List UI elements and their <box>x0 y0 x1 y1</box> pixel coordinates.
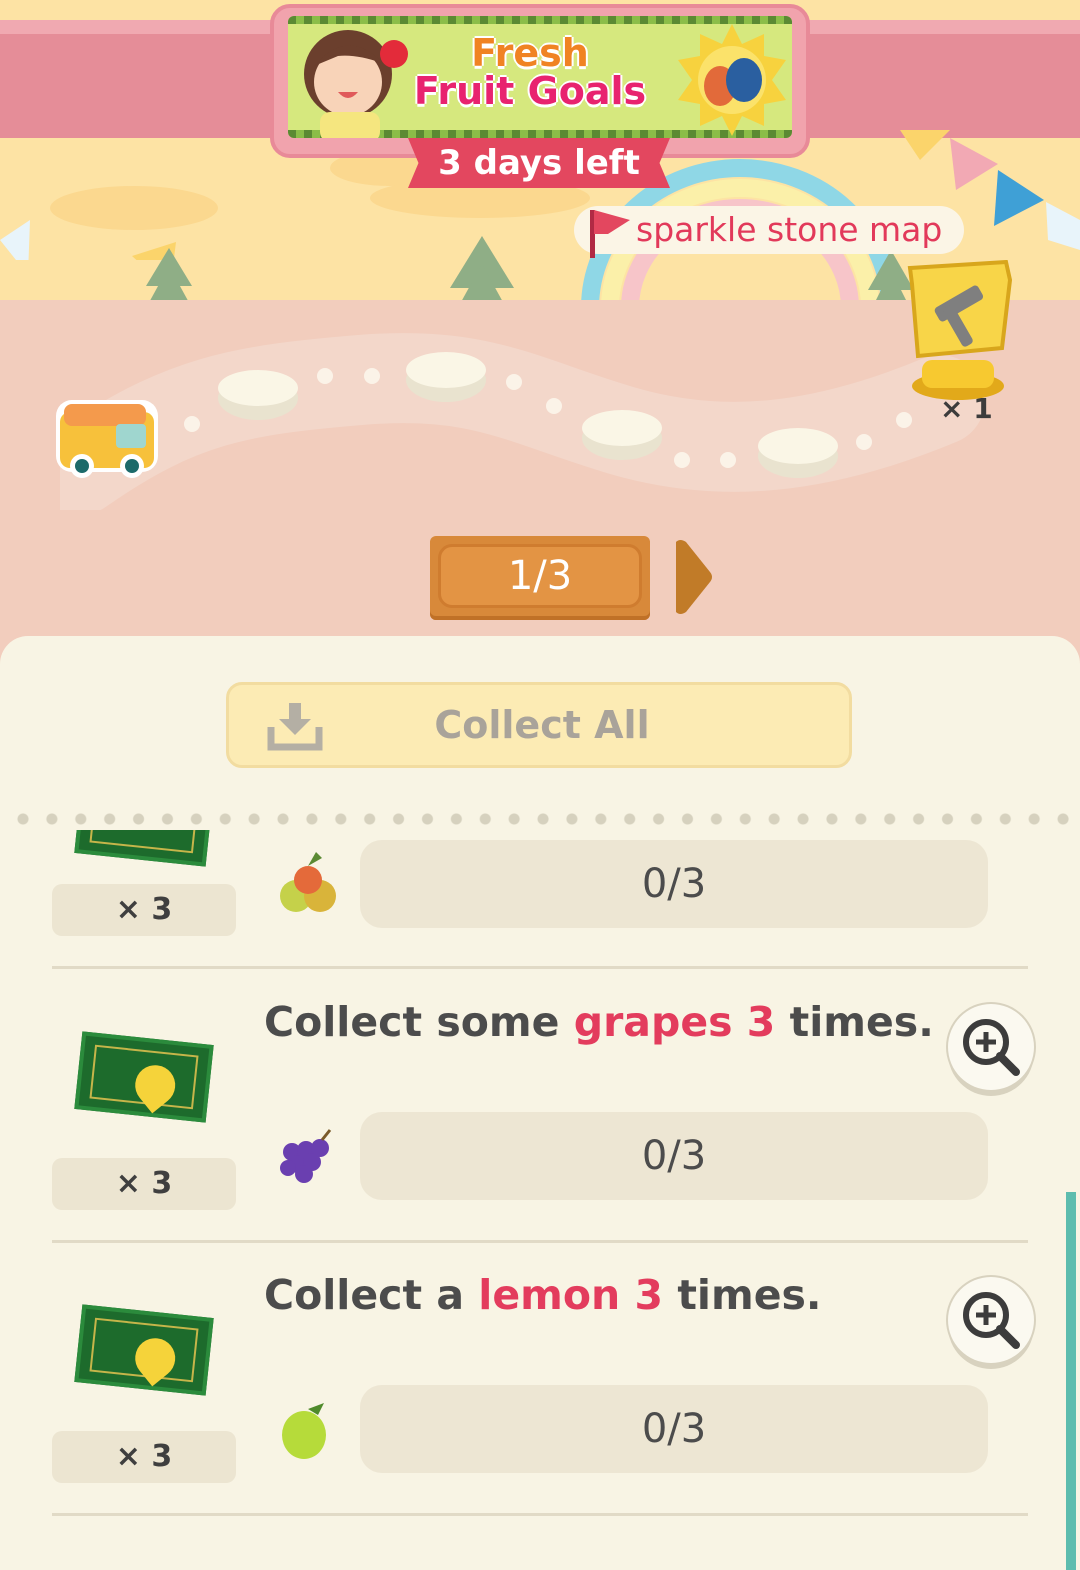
page-indicator-label: 1/3 <box>438 544 642 608</box>
flag-icon <box>590 210 630 258</box>
bunting-left <box>0 220 176 260</box>
trophy-map-icon[interactable] <box>898 260 1020 402</box>
event-title-line2: Fruit Goals <box>413 69 647 113</box>
zoom-in-button[interactable] <box>948 1277 1034 1363</box>
event-title: Fresh Fruit Goals <box>360 34 700 110</box>
row-divider <box>52 1513 1028 1516</box>
event-title-line1: Fresh <box>471 31 589 75</box>
dotted-divider <box>16 812 1076 826</box>
task-description: Collect some grapes 3 times. <box>264 998 934 1046</box>
apple-icon <box>280 852 336 912</box>
lemon-icon <box>282 1403 326 1459</box>
row-divider <box>52 1240 1028 1243</box>
task-description: Collect a lemon 3 times. <box>264 1271 822 1319</box>
task-progress: 0/3 <box>360 840 988 928</box>
bell-voucher-icon <box>74 1304 214 1396</box>
reward-quantity: × 3 <box>52 1431 236 1483</box>
next-page-arrow-icon[interactable] <box>672 538 714 616</box>
reward-quantity: × 3 <box>52 1158 236 1210</box>
collect-all-label: Collect All <box>434 703 650 747</box>
bell-voucher-icon <box>74 830 214 867</box>
stepping-stone <box>218 370 298 420</box>
zoom-in-button[interactable] <box>948 1004 1034 1090</box>
grapes-icon <box>280 1129 332 1183</box>
progress-path <box>60 333 985 510</box>
zoom-in-icon <box>963 1019 1020 1076</box>
camper-van-icon <box>56 400 158 478</box>
stepping-stone <box>758 428 838 478</box>
days-left-badge: 3 days left <box>408 138 670 188</box>
reward-quantity: × 3 <box>52 884 236 936</box>
row-divider <box>52 966 1028 969</box>
zoom-in-icon <box>963 1292 1020 1349</box>
tree <box>146 248 192 308</box>
stepping-stone <box>406 352 486 402</box>
task-progress: 0/3 <box>360 1385 988 1473</box>
sparkle-badge-icon <box>678 24 786 136</box>
bell-voucher-icon <box>74 1031 214 1123</box>
task-progress: 0/3 <box>360 1112 988 1200</box>
collect-all-button[interactable]: Collect All <box>226 682 852 768</box>
trophy-count: × 1 <box>940 392 993 425</box>
stepping-stone <box>582 410 662 460</box>
page-indicator: 1/3 <box>430 536 650 620</box>
task-list[interactable]: × 3 0/3 Collect some grapes 3 times. × 3… <box>0 830 1080 1570</box>
scrollbar[interactable] <box>1066 1192 1076 1570</box>
